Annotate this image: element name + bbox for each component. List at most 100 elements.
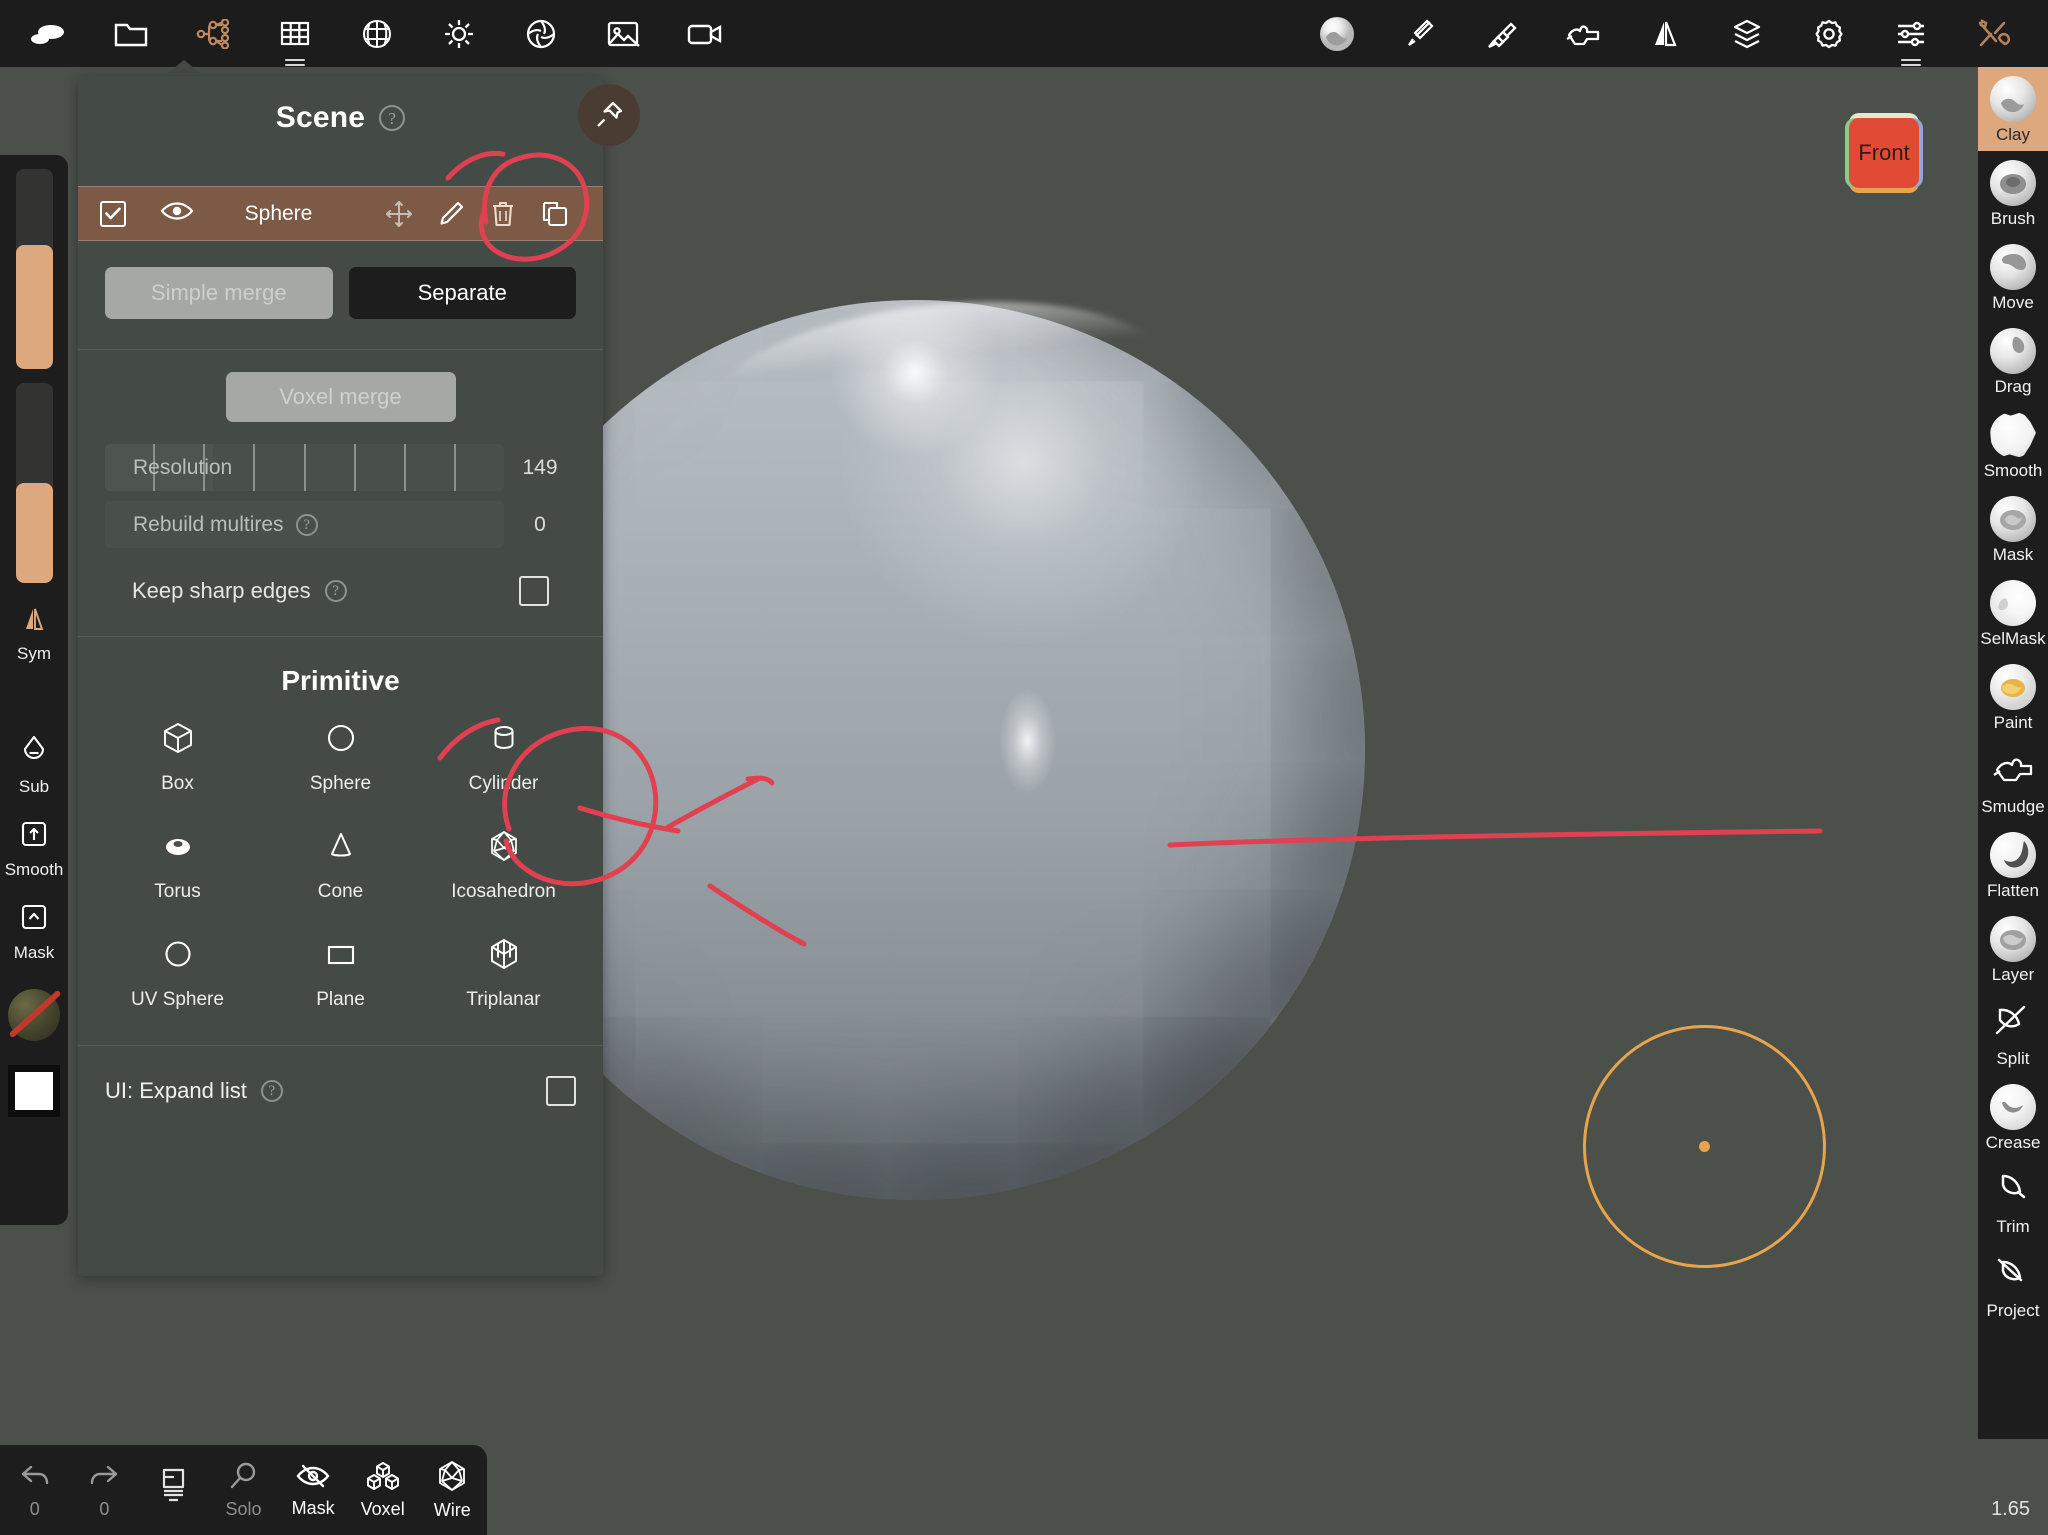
- cylinder-icon: [487, 721, 521, 760]
- primitive-uv-sphere[interactable]: UV Sphere: [96, 937, 259, 1011]
- sidebar-item-layer[interactable]: Layer: [1978, 907, 2048, 991]
- mirror-icon[interactable]: [1631, 4, 1699, 64]
- view-gizmo-label: Front: [1858, 140, 1910, 165]
- resolution-label: Resolution: [133, 455, 233, 479]
- keep-sharp-edges-row[interactable]: Keep sharp edges ?: [105, 548, 576, 612]
- scene-panel: Scene ? Sphere Simple merge Separate Vox…: [78, 76, 640, 1276]
- primitive-cylinder[interactable]: Cylinder: [422, 721, 585, 795]
- tools-icon[interactable]: [1959, 4, 2027, 64]
- resolution-slider[interactable]: Resolution: [105, 444, 504, 491]
- intensity-slider[interactable]: [15, 383, 53, 583]
- help-icon-expand-list[interactable]: ?: [260, 1080, 283, 1102]
- separate-button[interactable]: Separate: [348, 267, 576, 319]
- scene-graph-icon[interactable]: [179, 4, 247, 64]
- folder-icon[interactable]: [97, 4, 165, 64]
- sidebar-item-flatten[interactable]: Flatten: [1978, 823, 2048, 907]
- undo-icon: [18, 1461, 52, 1496]
- sidebar-item-drag[interactable]: Drag: [1978, 319, 2048, 403]
- resolution-value[interactable]: 149: [504, 456, 576, 480]
- brush-icon[interactable]: [1385, 4, 1453, 64]
- layers-icon[interactable]: [1713, 4, 1781, 64]
- keep-sharp-edges-checkbox[interactable]: [519, 576, 549, 606]
- sculpt-stroke-icon[interactable]: [15, 4, 83, 64]
- sliders-icon[interactable]: [1877, 4, 1945, 66]
- project-tool-icon: [1990, 1252, 2036, 1298]
- sidebar-item-crease[interactable]: Crease: [1978, 1075, 2048, 1159]
- ui-expand-list-row[interactable]: UI: Expand list ?: [78, 1046, 603, 1136]
- sidebar-item-smooth[interactable]: Smooth: [0, 819, 68, 880]
- primitive-cone[interactable]: Cone: [259, 829, 422, 903]
- sidebar-item-move[interactable]: Move: [1978, 235, 2048, 319]
- sidebar-label: Layer: [1991, 965, 2035, 984]
- layers-list-button[interactable]: [139, 1467, 209, 1513]
- undo-count: 0: [29, 1498, 40, 1519]
- sidebar-item-trim[interactable]: Trim: [1978, 1159, 2048, 1243]
- sidebar-item-smooth[interactable]: Smooth: [1978, 403, 2048, 487]
- top-toolbar-right-group: [1296, 4, 2048, 66]
- undo-button[interactable]: 0: [0, 1461, 70, 1520]
- sidebar-item-clay[interactable]: Clay: [1978, 67, 2048, 151]
- sidebar-item-smudge[interactable]: Smudge: [1978, 739, 2048, 823]
- resolution-slider-row[interactable]: Resolution 149: [105, 444, 576, 491]
- voxel-toggle-button[interactable]: Voxel: [348, 1461, 418, 1520]
- sidebar-item-split[interactable]: Split: [1978, 991, 2048, 1075]
- intensity-slider-fill: [15, 483, 53, 583]
- primitive-triplanar[interactable]: Triplanar: [422, 937, 585, 1011]
- image-icon[interactable]: [589, 4, 657, 64]
- voxel-label: Voxel: [360, 1498, 405, 1519]
- primitive-torus[interactable]: Torus: [96, 829, 259, 903]
- delete-icon[interactable]: [477, 200, 529, 228]
- material-preview-disabled[interactable]: [8, 989, 62, 1041]
- circle-icon: [324, 721, 358, 760]
- sun-icon[interactable]: [425, 4, 493, 64]
- help-icon-rebuild-multires[interactable]: ?: [295, 513, 318, 536]
- wire-toggle-button[interactable]: Wire: [417, 1460, 487, 1521]
- help-icon-keep-sharp-edges[interactable]: ?: [324, 580, 347, 602]
- sidebar-label: Smooth: [4, 860, 64, 879]
- stamp-icon[interactable]: [1467, 4, 1535, 64]
- mask-toggle-button[interactable]: Mask: [278, 1462, 348, 1519]
- rebuild-multires-row[interactable]: Rebuild multires ? 0: [105, 501, 576, 548]
- voxel-merge-button[interactable]: Voxel merge: [225, 372, 456, 422]
- redo-button[interactable]: 0: [70, 1461, 140, 1520]
- simple-merge-button[interactable]: Simple merge: [105, 267, 333, 319]
- duplicate-icon[interactable]: [529, 200, 581, 228]
- sidebar-item-mask[interactable]: Mask: [0, 902, 68, 963]
- drop-minus-icon: [19, 734, 49, 771]
- material-ball-icon[interactable]: [1303, 4, 1371, 64]
- primitive-box[interactable]: Box: [96, 721, 259, 795]
- stroke-hand-icon[interactable]: [1549, 4, 1617, 64]
- video-icon[interactable]: [671, 4, 739, 64]
- move-icon[interactable]: [373, 200, 425, 228]
- cone-icon: [324, 829, 358, 868]
- aperture-icon[interactable]: [507, 4, 575, 64]
- square-chevron-up-icon: [19, 902, 49, 937]
- sidebar-item-sym[interactable]: Sym: [0, 605, 68, 664]
- primitive-plane[interactable]: Plane: [259, 937, 422, 1011]
- view-gizmo-front[interactable]: Front: [1849, 118, 1919, 188]
- scene-object-row[interactable]: Sphere: [78, 186, 603, 241]
- solo-button[interactable]: Solo: [209, 1461, 279, 1520]
- color-swatch[interactable]: [8, 1065, 60, 1117]
- sidebar-item-selmask[interactable]: SelMask: [1978, 571, 2048, 655]
- pin-panel-button[interactable]: [578, 84, 640, 146]
- ui-expand-list-checkbox[interactable]: [546, 1076, 576, 1106]
- sidebar-label: Brush: [1990, 209, 2036, 228]
- sidebar-item-sub[interactable]: Sub: [0, 734, 68, 797]
- help-icon-scene[interactable]: ?: [379, 105, 406, 131]
- sphere-grid-icon[interactable]: [343, 4, 411, 64]
- sidebar-item-project[interactable]: Project: [1978, 1243, 2048, 1327]
- sidebar-item-paint[interactable]: Paint: [1978, 655, 2048, 739]
- radius-slider[interactable]: [15, 169, 53, 369]
- rebuild-multires-value[interactable]: 0: [504, 513, 576, 537]
- edit-icon[interactable]: [425, 200, 477, 228]
- grid-icon[interactable]: [261, 4, 329, 66]
- primitive-icosahedron[interactable]: Icosahedron: [422, 829, 585, 903]
- rebuild-multires-field[interactable]: Rebuild multires ?: [105, 501, 504, 548]
- primitive-sphere[interactable]: Sphere: [259, 721, 422, 795]
- solo-label: Solo: [225, 1498, 262, 1519]
- sidebar-item-mask[interactable]: Mask: [1978, 487, 2048, 571]
- sidebar-item-brush[interactable]: Brush: [1978, 151, 2048, 235]
- gear-icon[interactable]: [1795, 4, 1863, 64]
- object-select-checkbox[interactable]: [100, 200, 126, 227]
